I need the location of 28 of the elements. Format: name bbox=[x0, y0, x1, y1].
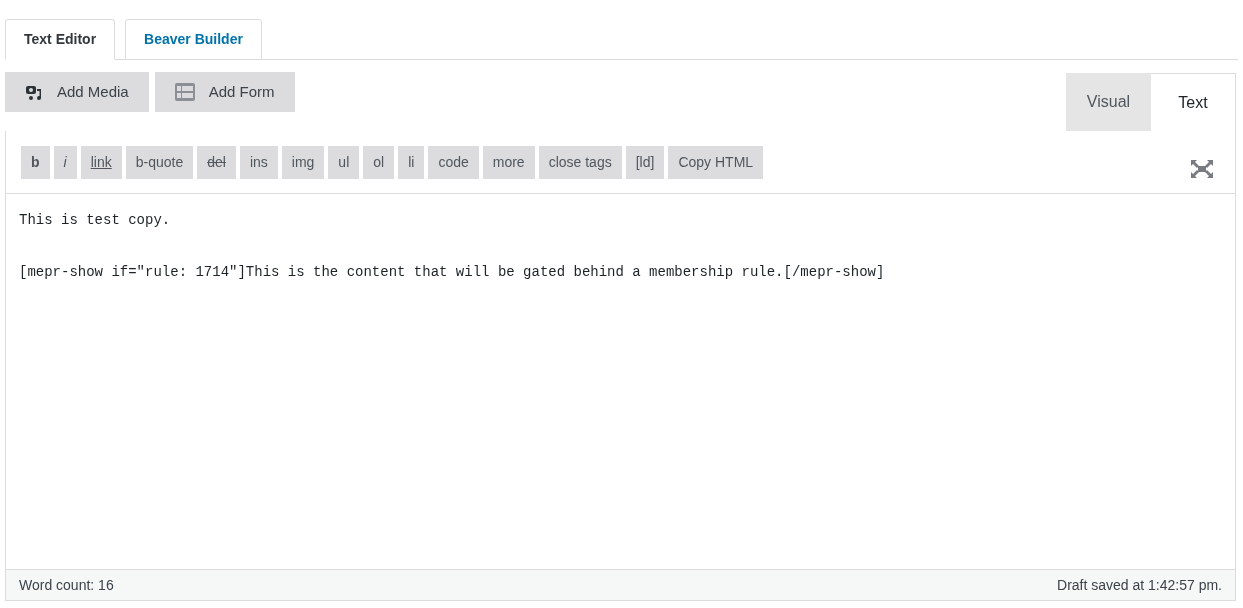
mode-tab[interactable]: Text bbox=[1151, 73, 1236, 131]
quicktag-button[interactable]: del bbox=[197, 145, 236, 179]
quicktag-button[interactable]: code bbox=[428, 145, 479, 179]
quicktag-button[interactable]: b bbox=[21, 145, 50, 179]
media-button[interactable]: Add Form bbox=[154, 72, 295, 112]
quicktag-button[interactable]: more bbox=[482, 145, 535, 179]
editor-text-line: [mepr-show if="rule: 1714"]This is the content that will be gated behind a membership rule.[/mepr-show] bbox=[19, 263, 886, 282]
editor-tab[interactable]: Text Editor bbox=[5, 19, 116, 60]
quicktag-button[interactable]: ins bbox=[239, 145, 278, 179]
word-count: Word count: 16 bbox=[19, 575, 114, 595]
fullscreen-icon[interactable] bbox=[1191, 160, 1213, 178]
draft-saved-status: Draft saved at 1:42:57 pm. bbox=[1057, 575, 1222, 595]
quicktag-button[interactable]: b-quote bbox=[125, 145, 194, 179]
mode-tab[interactable]: Visual bbox=[1066, 73, 1151, 131]
quicktag-button[interactable]: li bbox=[398, 145, 425, 179]
quicktag-button[interactable]: link bbox=[80, 145, 122, 179]
quicktag-button[interactable]: [ld] bbox=[625, 145, 665, 179]
form-icon bbox=[174, 83, 195, 101]
quicktag-button[interactable]: close tags bbox=[538, 145, 622, 179]
camera-music-icon bbox=[25, 83, 43, 101]
media-button[interactable]: Add Media bbox=[5, 72, 149, 112]
editor-text-line: This is test copy. bbox=[19, 211, 172, 230]
quicktag-button[interactable]: ul bbox=[328, 145, 360, 179]
quicktag-button[interactable]: ol bbox=[363, 145, 395, 179]
quicktag-button[interactable]: Copy HTML bbox=[668, 145, 764, 179]
quicktag-button[interactable]: img bbox=[281, 145, 325, 179]
quicktag-button[interactable]: i bbox=[53, 145, 77, 179]
editor-tab[interactable]: Beaver Builder bbox=[125, 19, 262, 60]
